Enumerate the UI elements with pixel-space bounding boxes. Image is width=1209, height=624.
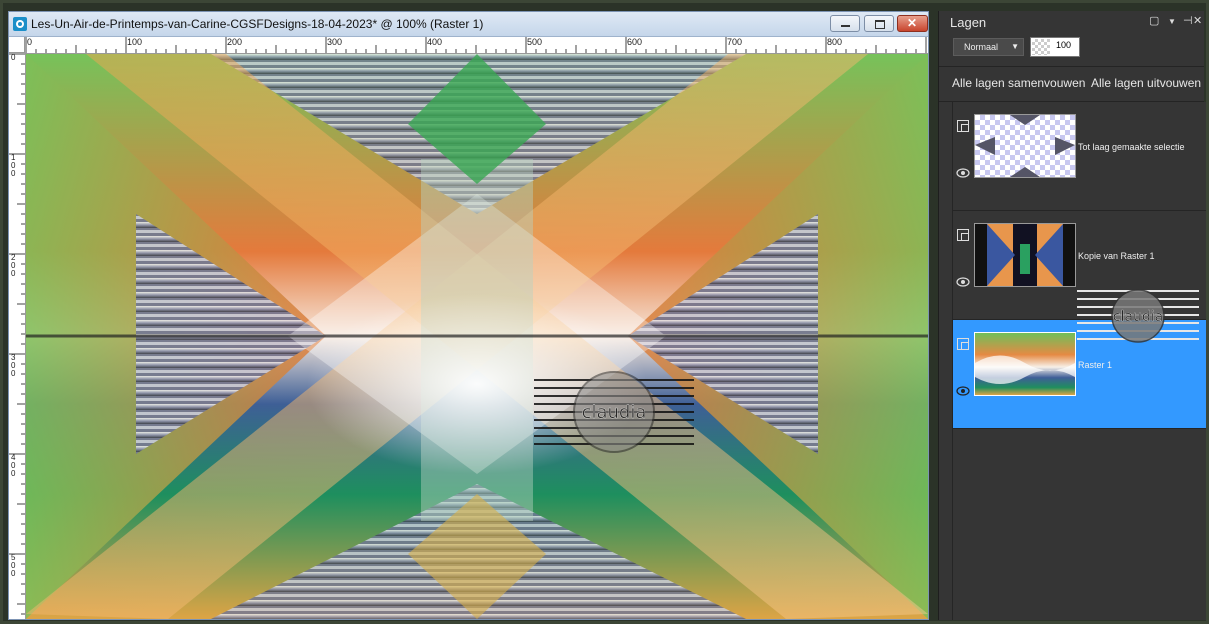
ruler-v-label: 100 (11, 153, 16, 178)
ruler-v-ticks (9, 53, 25, 615)
document-title: Les-Un-Air-de-Printemps-van-Carine-CGSFD… (31, 17, 484, 31)
svg-text:claudia: claudia (582, 402, 647, 423)
float-icon[interactable]: ▢ (1149, 14, 1159, 27)
ruler-corner (9, 37, 25, 53)
ruler-h-label: 400 (427, 37, 443, 47)
visibility-eye-icon[interactable] (956, 277, 970, 287)
layer-thumbnail (974, 223, 1076, 287)
layer-thumbnail (974, 114, 1076, 178)
close-palette-icon[interactable]: ✕ (1193, 14, 1202, 27)
opacity-field[interactable]: 100 (1030, 37, 1080, 57)
layer-group-icon[interactable] (957, 120, 969, 132)
ruler-h-label: 800 (827, 37, 843, 47)
watermark-stamp-palette: claudia (1077, 289, 1199, 343)
document-titlebar[interactable]: Les-Un-Air-de-Printemps-van-Carine-CGSFD… (9, 12, 928, 37)
ruler-h-label: 700 (727, 37, 743, 47)
layers-palette-title: Lagen (950, 15, 987, 30)
ruler-v-label: 500 (11, 553, 16, 578)
vertical-ruler[interactable]: 0 100 200 300 400 500 (9, 53, 26, 619)
image-canvas[interactable]: claudia (26, 54, 928, 619)
visibility-eye-icon[interactable] (956, 168, 970, 178)
layer-group-icon[interactable] (957, 338, 969, 350)
maximize-button[interactable] (864, 15, 894, 32)
opacity-value: 100 (1055, 40, 1071, 50)
collapse-all-button[interactable]: Alle lagen samenvouwen (952, 76, 1085, 90)
ruler-h-label: 600 (627, 37, 643, 47)
expand-all-button[interactable]: Alle lagen uitvouwen (1091, 76, 1201, 90)
transparency-icon (1032, 39, 1050, 55)
artwork: claudia (26, 54, 928, 619)
blend-mode-value: Normaal (964, 42, 999, 52)
horizontal-ruler[interactable]: 0 100 200 300 400 500 600 700 800 (25, 37, 928, 54)
menu-arrow-icon[interactable]: ▼ (1168, 17, 1176, 26)
ruler-h-label: 500 (527, 37, 543, 47)
ruler-h-label: 200 (227, 37, 243, 47)
layer-row-selection[interactable]: Tot laag gemaakte selectie (953, 102, 1206, 211)
ruler-v-label: 300 (11, 353, 16, 378)
ruler-h-label: 0 (27, 37, 33, 47)
ruler-h-label: 100 (127, 37, 143, 47)
layer-list: Tot laag gemaakte selectie Kopie van Ras… (952, 102, 1206, 620)
layer-name: Tot laag gemaakte selectie (1078, 142, 1185, 152)
svg-text:claudia: claudia (1113, 309, 1163, 325)
layer-name: Raster 1 (1078, 360, 1113, 370)
layer-thumbnail (974, 332, 1076, 396)
minimize-button[interactable] (830, 15, 860, 32)
layer-group-icon[interactable] (957, 229, 969, 241)
layers-palette-header[interactable]: Lagen ▢ ▼ ⊣ ✕ (939, 11, 1204, 35)
chevron-down-icon: ▼ (1011, 42, 1019, 51)
layer-name: Kopie van Raster 1 (1078, 251, 1155, 261)
app-icon (13, 17, 27, 31)
blend-mode-select[interactable]: Normaal ▼ (953, 38, 1024, 56)
close-button[interactable] (897, 15, 928, 32)
divider (939, 66, 1204, 67)
ruler-h-label: 300 (327, 37, 343, 47)
ruler-v-label: 200 (11, 253, 16, 278)
ruler-v-label: 0 (11, 53, 16, 62)
pin-icon[interactable]: ⊣ (1183, 14, 1193, 27)
ruler-h-ticks (25, 37, 927, 53)
document-window: Les-Un-Air-de-Printemps-van-Carine-CGSFD… (8, 11, 929, 620)
ruler-v-label: 400 (11, 453, 16, 478)
visibility-eye-icon[interactable] (956, 386, 970, 396)
